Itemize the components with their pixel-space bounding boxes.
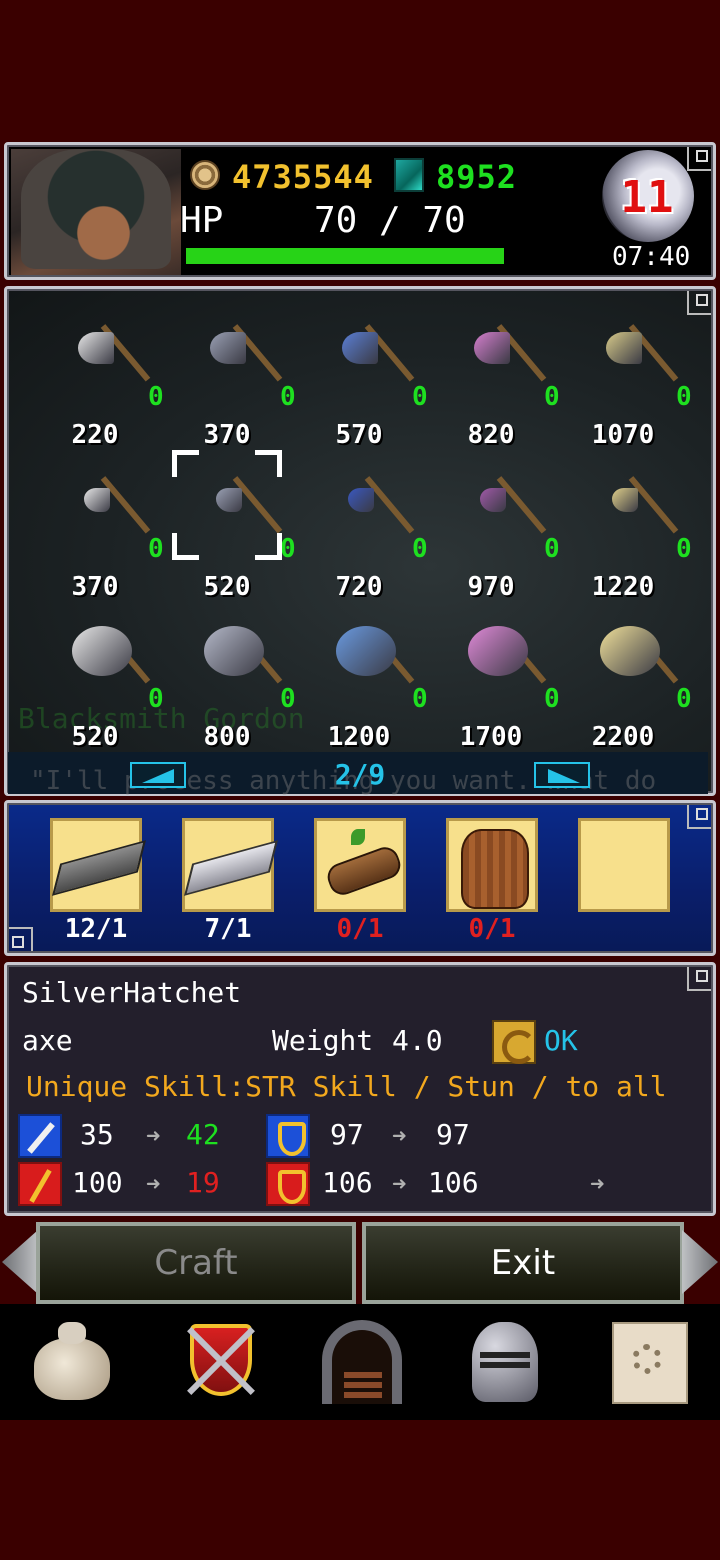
corner-ornament [687, 805, 711, 829]
craft-item-slot[interactable]: 0 1220 [558, 470, 692, 620]
axe-icon [334, 470, 415, 550]
axe-icon [598, 318, 679, 398]
speed-bolt-icon [266, 1162, 310, 1206]
owned-count: 0 [676, 382, 692, 412]
selection-cursor [172, 450, 282, 560]
strength-requirement-icon [492, 1020, 536, 1064]
item-price: 1070 [591, 420, 655, 450]
hero-portrait[interactable] [11, 149, 181, 275]
craft-item-slot[interactable]: 0 1070 [558, 318, 692, 468]
axe-icon [466, 620, 547, 700]
more-stats-arrow-icon[interactable]: ➜ [590, 1170, 604, 1198]
corner-ornament [687, 291, 711, 315]
item-type: axe [22, 1024, 73, 1057]
unique-skill-text: Unique Skill:STR Skill / Stun / to all [26, 1070, 667, 1103]
arrow-right-icon: ➜ [146, 1122, 161, 1150]
bottom-border [0, 1420, 720, 1560]
material-count: 0/1 [468, 914, 516, 944]
magic-staff-icon [18, 1162, 62, 1206]
leather-hide-icon [461, 829, 529, 909]
arrow-right-icon: ➜ [146, 1170, 161, 1198]
axe-icon [466, 470, 547, 550]
material-empty-slot [578, 818, 670, 912]
arrow-right-icon: ➜ [392, 1122, 407, 1150]
next-page-button[interactable] [534, 762, 590, 788]
axe-icon [598, 470, 679, 550]
bag-icon[interactable] [28, 1316, 118, 1406]
dungeon-door-icon[interactable] [318, 1316, 408, 1406]
iron-ingot-icon [51, 840, 147, 896]
gold-amount: 4735544 [232, 158, 374, 196]
weight-label: Weight [272, 1024, 374, 1057]
hp-value: 70 / 70 [314, 200, 466, 241]
attack-sword-icon [18, 1114, 62, 1158]
hp-bar [186, 248, 504, 264]
owned-count: 0 [676, 684, 692, 714]
weight-value: 4.0 [392, 1024, 443, 1057]
page-indicator: 2/9 [334, 758, 386, 791]
gold-coin-icon [190, 160, 220, 190]
axe-icon [334, 620, 415, 700]
material-silver-ingot[interactable] [182, 818, 279, 912]
day-counter: 11 [620, 172, 674, 223]
item-price: 1220 [591, 572, 655, 602]
defense-shield-icon [266, 1114, 310, 1158]
material-wood-log[interactable] [314, 818, 406, 912]
leaf-icon [351, 829, 365, 845]
speed-current: 106 [322, 1166, 373, 1199]
axe-icon [598, 620, 679, 700]
attack-current: 35 [80, 1118, 114, 1151]
axe-icon [70, 318, 151, 398]
material-leather-hide[interactable] [446, 818, 538, 912]
corner-ornament [687, 147, 711, 171]
axe-icon [202, 318, 283, 398]
battle-crest-icon[interactable] [176, 1316, 266, 1406]
magic-new: 19 [186, 1166, 220, 1199]
defense-current: 97 [330, 1118, 364, 1151]
material-iron-ingot[interactable] [50, 818, 147, 912]
craft-button[interactable]: Craft [36, 1222, 356, 1304]
magic-current: 100 [72, 1166, 123, 1199]
item-price: 2200 [591, 722, 655, 752]
attack-new: 42 [186, 1118, 220, 1151]
craft-item-slot[interactable]: 0 2200 [558, 620, 692, 770]
axe-icon [466, 318, 547, 398]
material-count: 0/1 [336, 914, 384, 944]
item-name: SilverHatchet [22, 976, 242, 1009]
game-clock: 07:40 [612, 242, 691, 272]
exit-button[interactable]: Exit [362, 1222, 684, 1304]
requirement-status: OK [544, 1024, 578, 1057]
axe-icon [70, 620, 151, 700]
map-scroll-icon[interactable] [606, 1316, 696, 1406]
corner-ornament [9, 927, 33, 951]
silver-ingot-icon [183, 840, 279, 896]
prev-page-button[interactable] [130, 762, 186, 788]
arrow-right-icon: ➜ [392, 1170, 407, 1198]
gem-amount: 8952 [436, 158, 518, 196]
corner-ornament [687, 967, 711, 991]
left-wing-ornament [2, 1230, 38, 1294]
hp-label: HP [180, 200, 224, 241]
axe-icon [334, 318, 415, 398]
defense-new: 97 [436, 1118, 470, 1151]
material-count: 7/1 [204, 914, 252, 944]
speed-new: 106 [428, 1166, 479, 1199]
owned-count: 0 [676, 534, 692, 564]
axe-icon [70, 470, 151, 550]
axe-icon [202, 620, 283, 700]
right-wing-ornament [682, 1230, 718, 1294]
wood-log-icon [323, 843, 405, 899]
gem-icon [394, 158, 424, 192]
material-count: 12/1 [64, 914, 128, 944]
knight-helmet-icon[interactable] [462, 1316, 552, 1406]
